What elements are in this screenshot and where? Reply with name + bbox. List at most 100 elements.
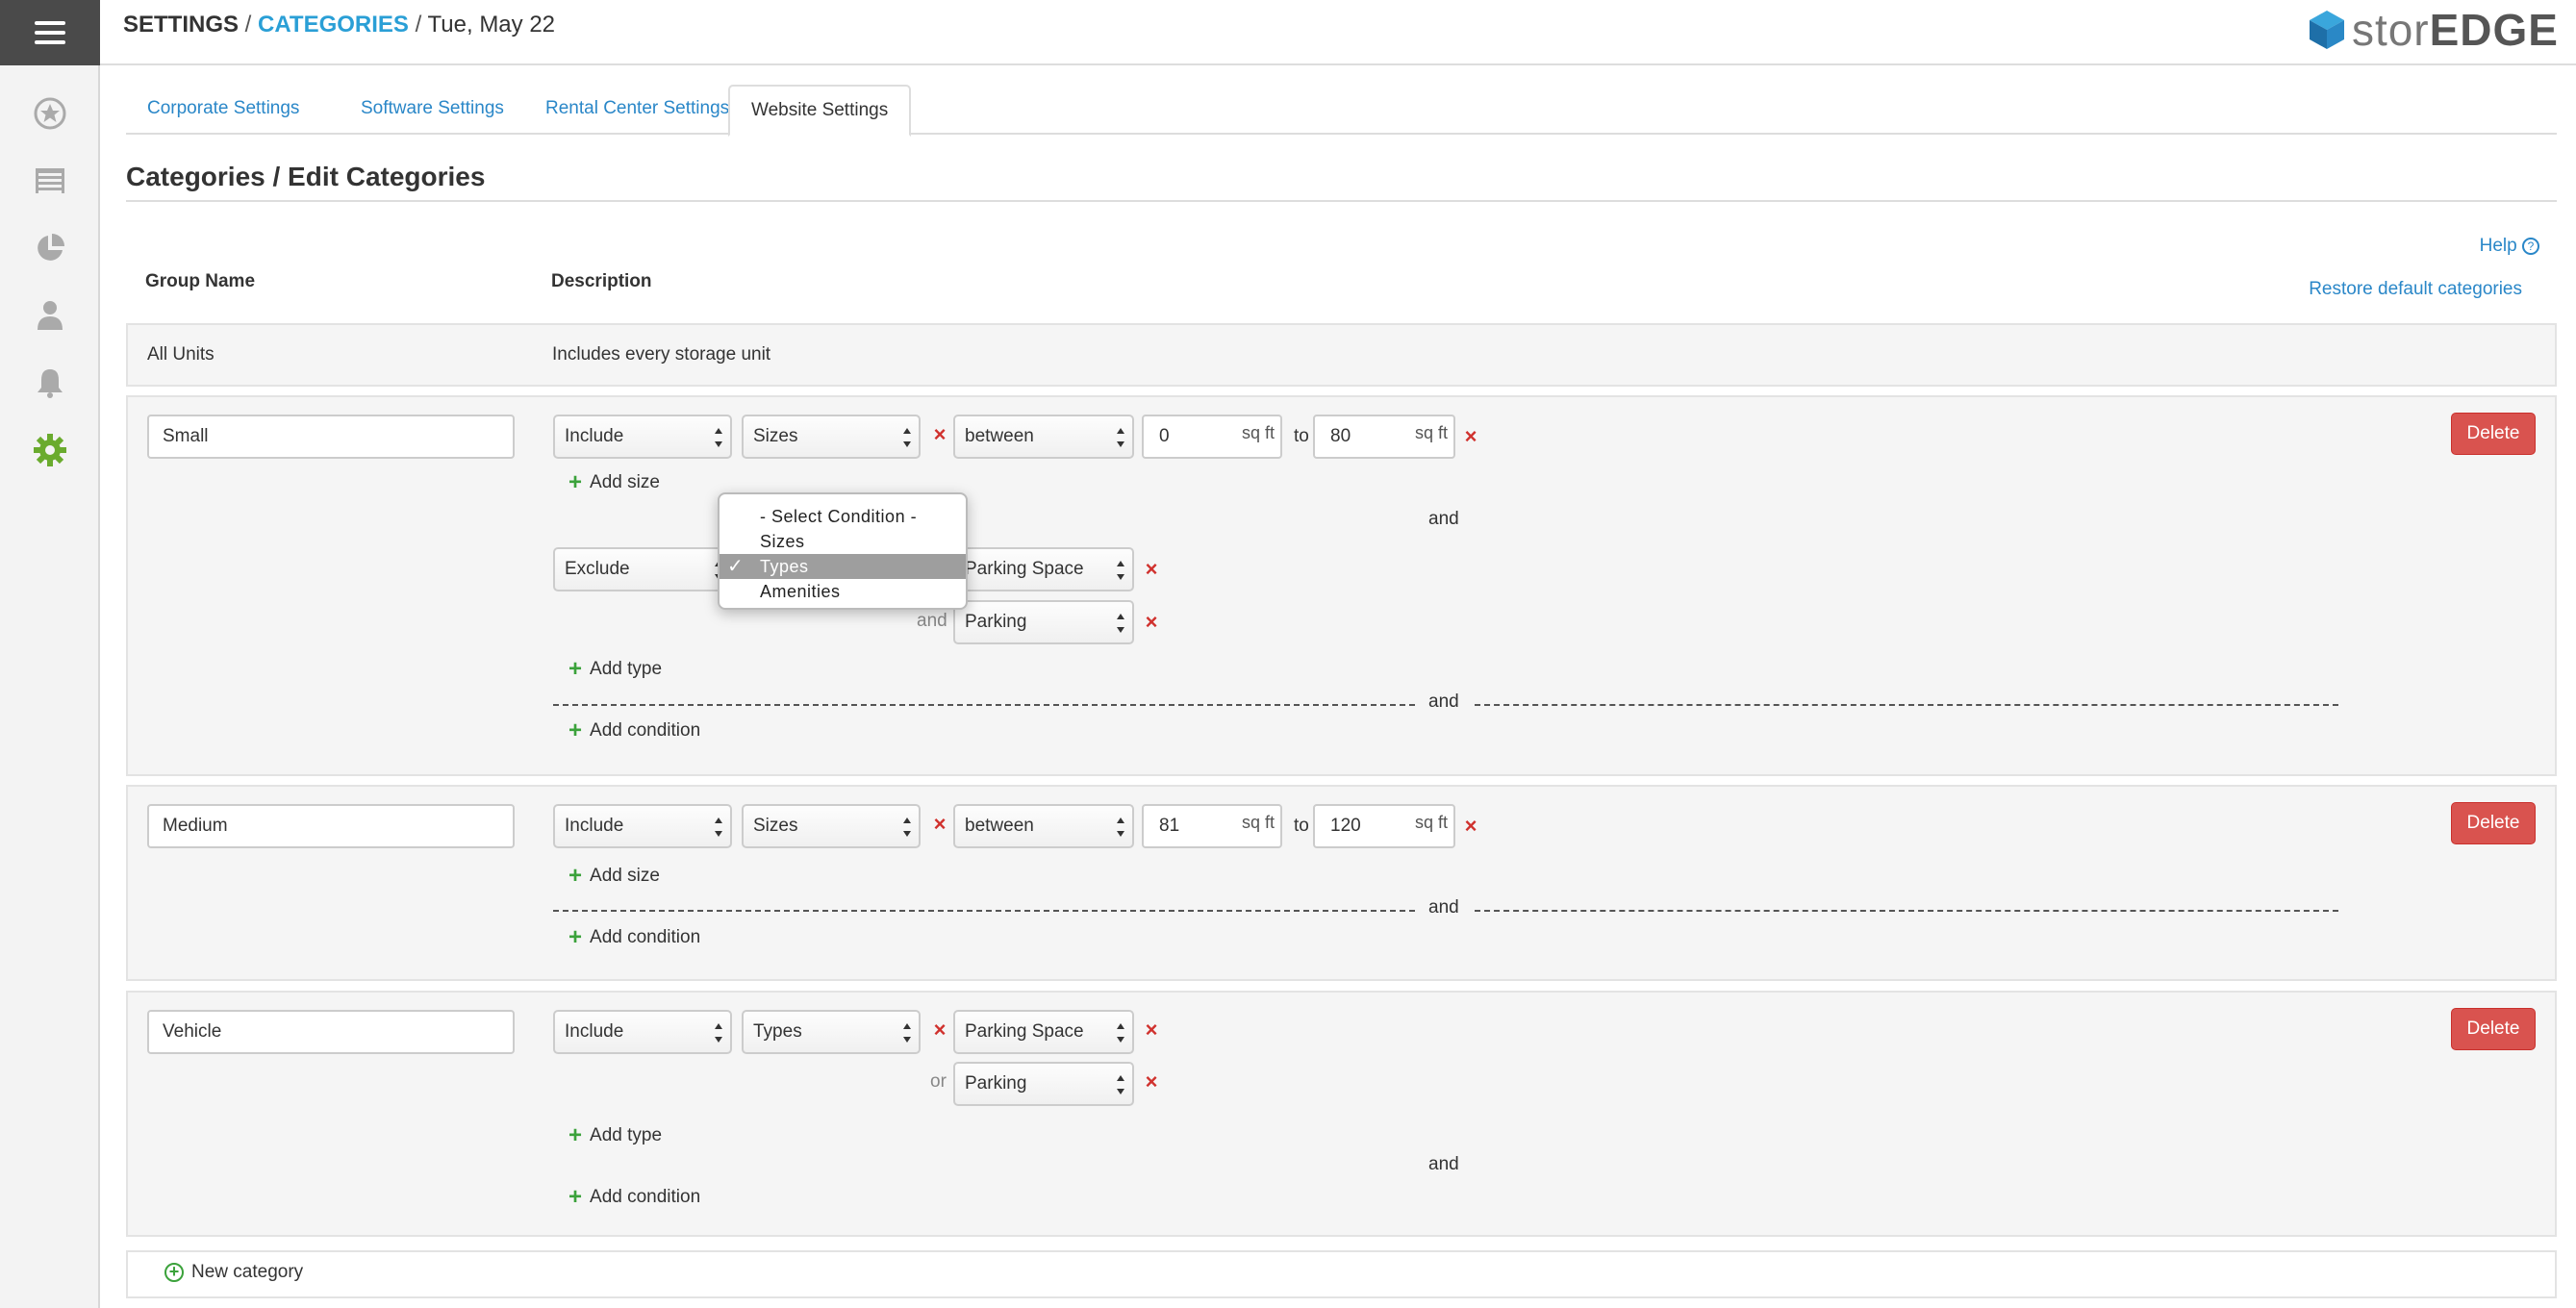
add-type-label: Add type (590, 1125, 663, 1145)
dropdown-option-selected[interactable]: ✓ Types (720, 554, 966, 579)
include-exclude-select[interactable]: Exclude (553, 547, 732, 591)
delete-category-button[interactable]: Delete (2451, 802, 2536, 844)
tab-software-settings[interactable]: Software Settings (340, 85, 525, 135)
remove-type-icon[interactable]: × (1142, 559, 1161, 580)
breadcrumb: SETTINGS / CATEGORIES / Tue, May 22 (123, 12, 555, 38)
remove-type-icon[interactable]: × (1142, 612, 1161, 633)
condition-divider (1475, 910, 2338, 912)
unit-label: sq ft (1414, 423, 1448, 442)
hamburger-menu-button[interactable] (0, 0, 100, 65)
type-select[interactable]: Parking Space (953, 1010, 1134, 1054)
remove-condition-icon[interactable]: × (930, 424, 949, 445)
remove-type-icon[interactable]: × (1142, 1071, 1161, 1093)
size-from-value: 81 (1159, 816, 1180, 836)
include-exclude-select[interactable]: Include (553, 804, 732, 848)
add-size-link[interactable]: + Add size (568, 471, 660, 494)
all-units-name: All Units (147, 344, 215, 365)
category-name-input[interactable]: Small (147, 415, 515, 459)
cube-logo-icon (2309, 11, 2344, 49)
tab-rental-center-settings[interactable]: Rental Center Settings (524, 85, 750, 135)
remove-condition-icon[interactable]: × (930, 814, 949, 835)
select-value: Sizes (753, 816, 798, 836)
restore-default-categories-link[interactable]: Restore default categories (2309, 279, 2522, 300)
gear-icon[interactable] (29, 429, 71, 471)
dropdown-option[interactable]: Sizes (720, 529, 966, 554)
category-name-input[interactable]: Medium (147, 804, 515, 848)
and-label: and (1428, 692, 1459, 712)
remove-type-icon[interactable]: × (1142, 1019, 1161, 1041)
add-type-label: Add type (590, 659, 663, 679)
select-arrows-icon (1117, 428, 1124, 447)
remove-condition-icon[interactable]: × (930, 1019, 949, 1041)
delete-category-button[interactable]: Delete (2451, 413, 2536, 455)
new-category-link[interactable]: + New category (164, 1262, 303, 1283)
unit-label: sq ft (1241, 423, 1275, 442)
size-to-input[interactable]: 80 sq ft (1313, 415, 1455, 459)
type-select[interactable]: Parking Space (953, 547, 1134, 591)
select-arrows-icon (1117, 1023, 1124, 1043)
tab-website-settings[interactable]: Website Settings (728, 85, 912, 137)
star-icon[interactable] (29, 92, 71, 135)
logo-text: storEDGE (2352, 4, 2559, 56)
add-type-link[interactable]: + Add type (568, 1124, 663, 1147)
condition-divider (1475, 704, 2338, 706)
add-condition-link[interactable]: + Add condition (568, 924, 700, 950)
dropdown-option[interactable]: Amenities (720, 579, 966, 604)
bell-icon[interactable] (29, 362, 71, 404)
size-from-input[interactable]: 81 sq ft (1142, 804, 1282, 848)
select-arrows-icon (1117, 561, 1124, 580)
type-select[interactable]: Parking (953, 600, 1134, 644)
add-type-link[interactable]: + Add type (568, 656, 663, 682)
include-exclude-select[interactable]: Include (553, 1010, 732, 1054)
storage-units-icon[interactable] (29, 160, 71, 202)
size-from-input[interactable]: 0 sq ft (1142, 415, 1282, 459)
operator-select[interactable]: between (953, 415, 1134, 459)
add-condition-link[interactable]: + Add condition (568, 1186, 701, 1209)
delete-category-button[interactable]: Delete (2451, 1008, 2536, 1050)
type-select[interactable]: Parking (953, 1062, 1134, 1106)
category-vehicle-panel: Vehicle Include Types × Parking Space × … (126, 991, 2557, 1237)
add-condition-link[interactable]: + Add condition (568, 719, 701, 742)
condition-select[interactable]: Types (742, 1010, 921, 1054)
to-label: to (1294, 426, 1309, 446)
plus-circle-icon: + (164, 1263, 184, 1282)
page-title: Categories / Edit Categories (126, 162, 486, 191)
condition-select[interactable]: Sizes (742, 415, 921, 459)
select-value: Include (565, 426, 624, 446)
breadcrumb-date: Tue, May 22 (427, 12, 556, 38)
settings-tabs: Corporate Settings Software Settings Ren… (126, 85, 2557, 137)
new-category-label: New category (191, 1262, 304, 1282)
dropdown-option[interactable]: - Select Condition - (720, 504, 966, 529)
select-arrows-icon (715, 1023, 722, 1043)
category-name-input[interactable]: Vehicle (147, 1010, 515, 1054)
checkmark-icon: ✓ (727, 556, 745, 577)
sidebar (0, 0, 100, 1308)
remove-size-icon[interactable]: × (1461, 426, 1480, 447)
help-link[interactable]: Help ? (2480, 236, 2539, 257)
plus-icon: + (568, 656, 583, 682)
joiner-label: and (917, 611, 947, 631)
operator-select[interactable]: between (953, 804, 1134, 848)
column-header-description: Description (551, 271, 652, 291)
breadcrumb-categories[interactable]: CATEGORIES (258, 12, 409, 38)
add-condition-label: Add condition (590, 1187, 701, 1207)
select-arrows-icon (1117, 614, 1124, 633)
condition-select[interactable]: Sizes (742, 804, 921, 848)
all-units-row: All Units Includes every storage unit (126, 323, 2557, 387)
user-icon[interactable] (29, 294, 71, 337)
tab-corporate-settings[interactable]: Corporate Settings (126, 85, 320, 135)
storedge-logo: storEDGE (2308, 4, 2559, 56)
size-to-input[interactable]: 120 sq ft (1313, 804, 1455, 848)
condition-dropdown-menu: - Select Condition - Sizes ✓ Types Amenit… (718, 492, 968, 610)
breadcrumb-settings[interactable]: SETTINGS (123, 12, 239, 38)
select-value: Parking Space (965, 559, 1084, 579)
remove-size-icon[interactable]: × (1461, 816, 1480, 837)
add-size-link[interactable]: + Add size (568, 865, 660, 888)
and-label: and (1428, 897, 1459, 918)
plus-icon: + (568, 924, 583, 950)
select-arrows-icon (903, 1023, 911, 1043)
top-header: SETTINGS / CATEGORIES / Tue, May 22 stor… (100, 0, 2576, 65)
include-exclude-select[interactable]: Include (553, 415, 732, 459)
reports-pie-icon[interactable] (29, 227, 71, 269)
add-condition-label: Add condition (590, 720, 701, 741)
